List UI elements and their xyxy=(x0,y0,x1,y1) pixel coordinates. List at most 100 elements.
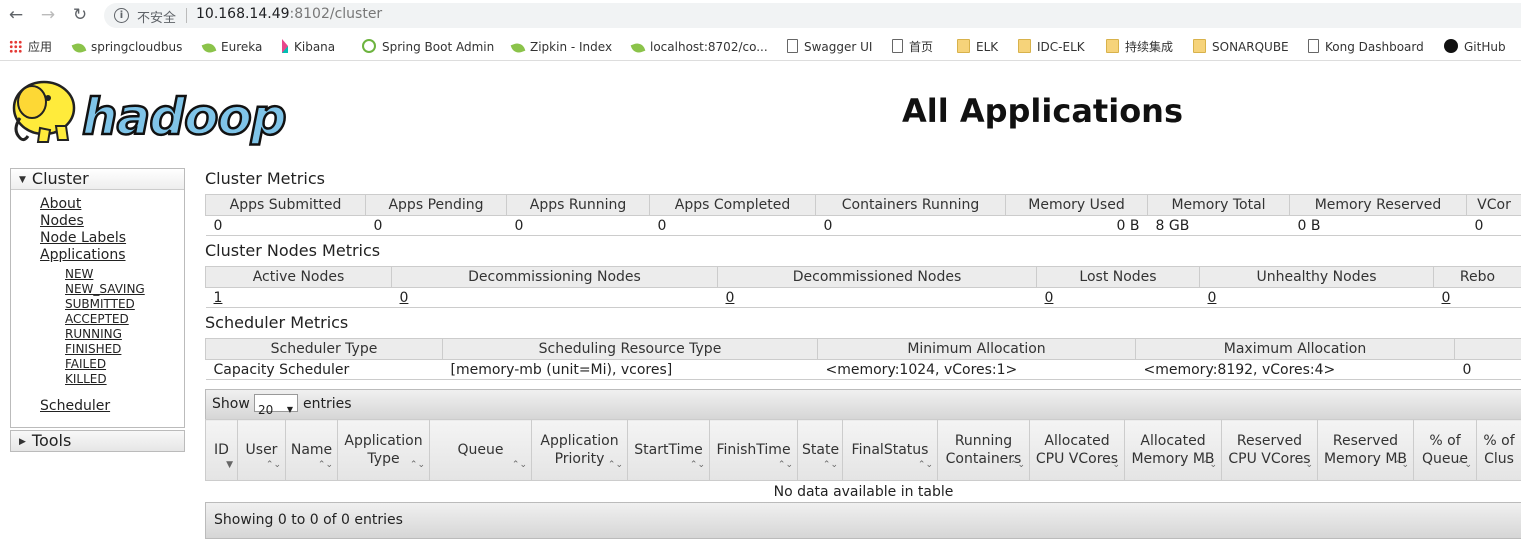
bookmark-item[interactable]: IDC-ELK xyxy=(1018,39,1085,55)
sidebar-app-state-submitted[interactable]: SUBMITTED xyxy=(65,297,135,311)
reload-icon[interactable]: ↻ xyxy=(70,5,90,25)
scheduler-metrics-header xyxy=(1454,338,1521,360)
bookmark-item[interactable]: 首页 xyxy=(892,39,933,55)
column-header[interactable]: Running Containers ⌃⌄ xyxy=(937,419,1030,481)
sort-arrows-icon: ⌃⌄ xyxy=(917,460,933,470)
sidebar-link-applications[interactable]: Applications xyxy=(40,247,126,263)
scheduler-metrics-header: Minimum Allocation xyxy=(817,338,1136,360)
cluster-metrics-title: Cluster Metrics xyxy=(205,169,325,188)
sidebar-app-state-finished[interactable]: FINISHED xyxy=(65,342,121,356)
bookmark-item[interactable]: springcloudbus xyxy=(71,39,182,55)
column-header[interactable]: FinalStatus ⌃⌄ xyxy=(842,419,938,481)
scheduler-metrics-value: [memory-mb (unit=Mi), vcores] xyxy=(442,359,818,380)
node-metrics-value: 0 xyxy=(717,287,1037,308)
column-header[interactable]: FinishTime ⌃⌄ xyxy=(709,419,798,481)
column-header[interactable]: State ⌃⌄ xyxy=(797,419,843,481)
cluster-metrics-header: VCor xyxy=(1466,194,1521,216)
column-header[interactable]: Application Type ⌃⌄ xyxy=(337,419,430,481)
node-count-link[interactable]: 0 xyxy=(726,290,735,306)
page-size-value: 20 xyxy=(258,403,274,417)
sidebar-link-scheduler[interactable]: Scheduler xyxy=(40,398,110,414)
bookmark-item[interactable]: 持续集成 xyxy=(1106,39,1173,55)
sidebar-app-state-running[interactable]: RUNNING xyxy=(65,327,122,341)
document-icon xyxy=(787,39,798,53)
bookmark-item[interactable]: ELK xyxy=(957,39,998,55)
page-size-select[interactable]: 20 ▼ xyxy=(254,394,298,417)
column-header[interactable]: Application Priority ⌃⌄ xyxy=(531,419,628,481)
node-count-link[interactable]: 0 xyxy=(1045,290,1054,306)
sort-arrows-icon: ⌃⌄ xyxy=(689,460,705,470)
bookmark-item[interactable]: SONARQUBE xyxy=(1193,39,1289,55)
sort-arrows-icon: ⌃⌄ xyxy=(1456,460,1472,470)
sidebar-link-node-labels[interactable]: Node Labels xyxy=(40,230,126,246)
sidebar-app-state-killed[interactable]: KILLED xyxy=(65,372,107,386)
scheduler-metrics-value: <memory:1024, vCores:1> xyxy=(817,359,1136,380)
bookmark-label: IDC-ELK xyxy=(1037,40,1085,54)
page-title: All Applications xyxy=(902,92,1183,130)
sidebar-tools-header[interactable]: ▶ Tools xyxy=(11,431,184,451)
sort-arrows-icon: ⌃⌄ xyxy=(1297,460,1313,470)
url-text[interactable]: 10.168.14.49:8102/cluster xyxy=(196,6,382,22)
scheduler-metrics-value: 0 xyxy=(1454,359,1521,380)
sort-arrows-icon: ⌃⌄ xyxy=(607,460,623,470)
column-header[interactable]: Queue ⌃⌄ xyxy=(429,419,532,481)
kibana-icon xyxy=(282,39,288,53)
sidebar-app-state-accepted[interactable]: ACCEPTED xyxy=(65,312,129,326)
forward-arrow-icon[interactable]: → xyxy=(38,5,58,25)
cluster-metrics-header: Apps Pending xyxy=(365,194,507,216)
applications-table: ID ▼ User ⌃⌄ Name ⌃⌄ Application Type ⌃⌄ Queue ⌃⌄… xyxy=(205,419,1521,504)
scheduler-metrics-header: Maximum Allocation xyxy=(1135,338,1455,360)
folder-icon xyxy=(1193,39,1206,53)
node-count-link[interactable]: 1 xyxy=(214,290,223,306)
column-header[interactable]: User ⌃⌄ xyxy=(237,419,286,481)
sidebar-app-state-new[interactable]: NEW xyxy=(65,267,93,281)
sidebar-link-nodes[interactable]: Nodes xyxy=(40,213,84,229)
sidebar-app-state-new-saving[interactable]: NEW_SAVING xyxy=(65,282,145,296)
column-header[interactable]: % of Queue ⌃⌄ xyxy=(1413,419,1477,481)
bookmark-item[interactable]: GitHub xyxy=(1444,39,1506,55)
sidebar-cluster-label: Cluster xyxy=(31,169,89,188)
bookmarks-bar: 应用 springcloudbus Eureka Kibana Spring Boot … xyxy=(0,33,1521,61)
sidebar-tools-section: ▶ Tools xyxy=(10,430,185,452)
scheduler-metrics-value: <memory:8192, vCores:4> xyxy=(1135,359,1455,380)
node-count-link[interactable]: 0 xyxy=(1208,290,1217,306)
node-count-link[interactable]: 0 xyxy=(400,290,409,306)
sort-arrows-icon: ⌃⌄ xyxy=(1009,460,1025,470)
column-header[interactable]: Allocated CPU VCores ⌃⌄ xyxy=(1029,419,1125,481)
table-length-bar: Show 20 ▼ entries xyxy=(205,389,1521,420)
bookmark-item[interactable]: Zipkin - Index xyxy=(510,39,612,55)
bookmark-item[interactable]: localhost:8702/co... xyxy=(630,39,768,55)
bookmark-item[interactable]: Swagger UI xyxy=(787,39,872,55)
column-header[interactable]: % of Clus xyxy=(1476,419,1521,481)
github-icon xyxy=(1444,39,1458,53)
column-header[interactable]: Reserved Memory MB ⌃⌄ xyxy=(1317,419,1414,481)
column-header[interactable]: StartTime ⌃⌄ xyxy=(627,419,710,481)
bookmark-item[interactable]: Eureka xyxy=(201,39,262,55)
sidebar-link-about[interactable]: About xyxy=(40,196,81,212)
cluster-metrics-value: 0 xyxy=(649,215,816,236)
bookmark-item[interactable]: Kong Dashboard xyxy=(1308,39,1424,55)
info-icon[interactable]: i xyxy=(114,8,129,23)
column-header[interactable]: Reserved CPU VCores ⌃⌄ xyxy=(1221,419,1318,481)
column-header[interactable]: ID ▼ xyxy=(205,419,238,481)
node-count-link[interactable]: 0 xyxy=(1442,290,1451,306)
column-header[interactable]: Allocated Memory MB ⌃⌄ xyxy=(1124,419,1222,481)
address-bar[interactable]: i 不安全 10.168.14.49:8102/cluster xyxy=(104,3,1521,28)
bookmark-label: GitHub xyxy=(1464,40,1506,54)
bookmark-label: SONARQUBE xyxy=(1212,40,1289,54)
bookmark-item[interactable]: Spring Boot Admin xyxy=(362,39,494,55)
sort-arrows-icon: ⌃⌄ xyxy=(265,460,281,470)
node-metrics-header: Rebo xyxy=(1433,266,1521,288)
hadoop-elephant-logo[interactable]: hadoop xyxy=(10,72,310,150)
bookmark-item[interactable]: 应用 xyxy=(9,39,52,55)
bookmark-item[interactable]: Kibana xyxy=(282,39,335,55)
sort-arrows-icon: ⌃⌄ xyxy=(777,460,793,470)
document-icon xyxy=(1308,39,1319,53)
sort-arrows-icon: ⌃⌄ xyxy=(1104,460,1120,470)
column-header[interactable]: Name ⌃⌄ xyxy=(285,419,338,481)
back-arrow-icon[interactable]: ← xyxy=(6,5,26,25)
spring-boot-icon xyxy=(362,39,376,53)
sidebar-cluster-header[interactable]: ▼ Cluster xyxy=(11,169,184,190)
sidebar-app-state-failed[interactable]: FAILED xyxy=(65,357,106,371)
cluster-metrics-header: Apps Completed xyxy=(649,194,816,216)
